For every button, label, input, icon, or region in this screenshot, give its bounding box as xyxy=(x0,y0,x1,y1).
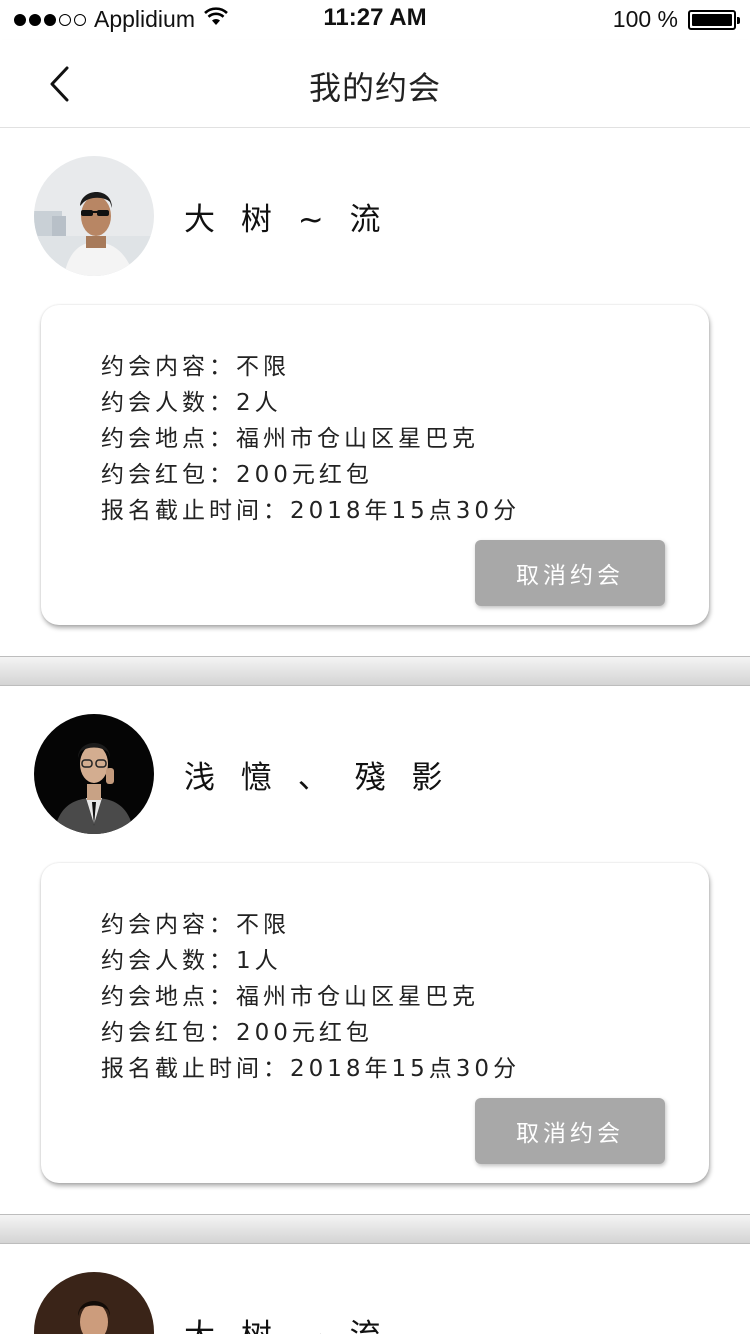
cancel-date-button[interactable]: 取消约会 xyxy=(475,1098,665,1164)
nav-bar: 我的约会 xyxy=(0,40,750,128)
battery-icon xyxy=(688,9,740,30)
avatar[interactable] xyxy=(34,714,154,834)
date-count: 约会人数：1人 xyxy=(101,948,282,974)
date-item: 大 树 ~ 流 xyxy=(0,1244,750,1334)
user-name: 浅 憶 、 殘 影 xyxy=(184,759,451,796)
status-right: 100 % xyxy=(612,6,740,33)
avatar[interactable] xyxy=(34,1272,154,1334)
user-row[interactable]: 大 树 ~ 流 xyxy=(34,1272,389,1334)
user-name: 大 树 ~ 流 xyxy=(184,201,389,238)
page-title: 我的约会 xyxy=(308,69,441,107)
date-red-packet: 约会红包：200元红包 xyxy=(101,1020,373,1046)
date-red-packet: 约会红包：200元红包 xyxy=(101,462,373,488)
battery-percentage: 100 % xyxy=(612,6,678,32)
status-bar: Applidium 11:27 AM 100 % xyxy=(0,0,750,40)
date-count: 约会人数：2人 xyxy=(101,390,282,416)
date-location: 约会地点：福州市仓山区星巴克 xyxy=(101,984,479,1010)
date-item: 浅 憶 、 殘 影 约会内容：不限 约会人数：1人 约会地点：福州市仓山区星巴克… xyxy=(0,686,750,1214)
date-info: 约会内容：不限 约会人数：1人 约会地点：福州市仓山区星巴克 约会红包：200元… xyxy=(101,907,520,1087)
date-card: 约会内容：不限 约会人数：1人 约会地点：福州市仓山区星巴克 约会红包：200元… xyxy=(41,863,709,1183)
user-row[interactable]: 大 树 ~ 流 xyxy=(34,156,389,276)
date-deadline: 报名截止时间：2018年15点30分 xyxy=(101,1056,521,1082)
date-deadline: 报名截止时间：2018年15点30分 xyxy=(101,498,521,524)
date-card: 约会内容：不限 约会人数：2人 约会地点：福州市仓山区星巴克 约会红包：200元… xyxy=(41,305,709,625)
section-divider xyxy=(0,656,750,686)
user-name: 大 树 ~ 流 xyxy=(184,1310,389,1334)
date-content: 约会内容：不限 xyxy=(101,912,290,938)
date-content: 约会内容：不限 xyxy=(101,354,290,380)
date-info: 约会内容：不限 约会人数：2人 约会地点：福州市仓山区星巴克 约会红包：200元… xyxy=(101,349,520,529)
date-item: 大 树 ~ 流 约会内容：不限 约会人数：2人 约会地点：福州市仓山区星巴克 约… xyxy=(0,128,750,656)
avatar[interactable] xyxy=(34,156,154,276)
user-row[interactable]: 浅 憶 、 殘 影 xyxy=(34,714,450,834)
section-divider xyxy=(0,1214,750,1244)
cancel-date-button[interactable]: 取消约会 xyxy=(475,540,665,606)
date-location: 约会地点：福州市仓山区星巴克 xyxy=(101,426,479,452)
